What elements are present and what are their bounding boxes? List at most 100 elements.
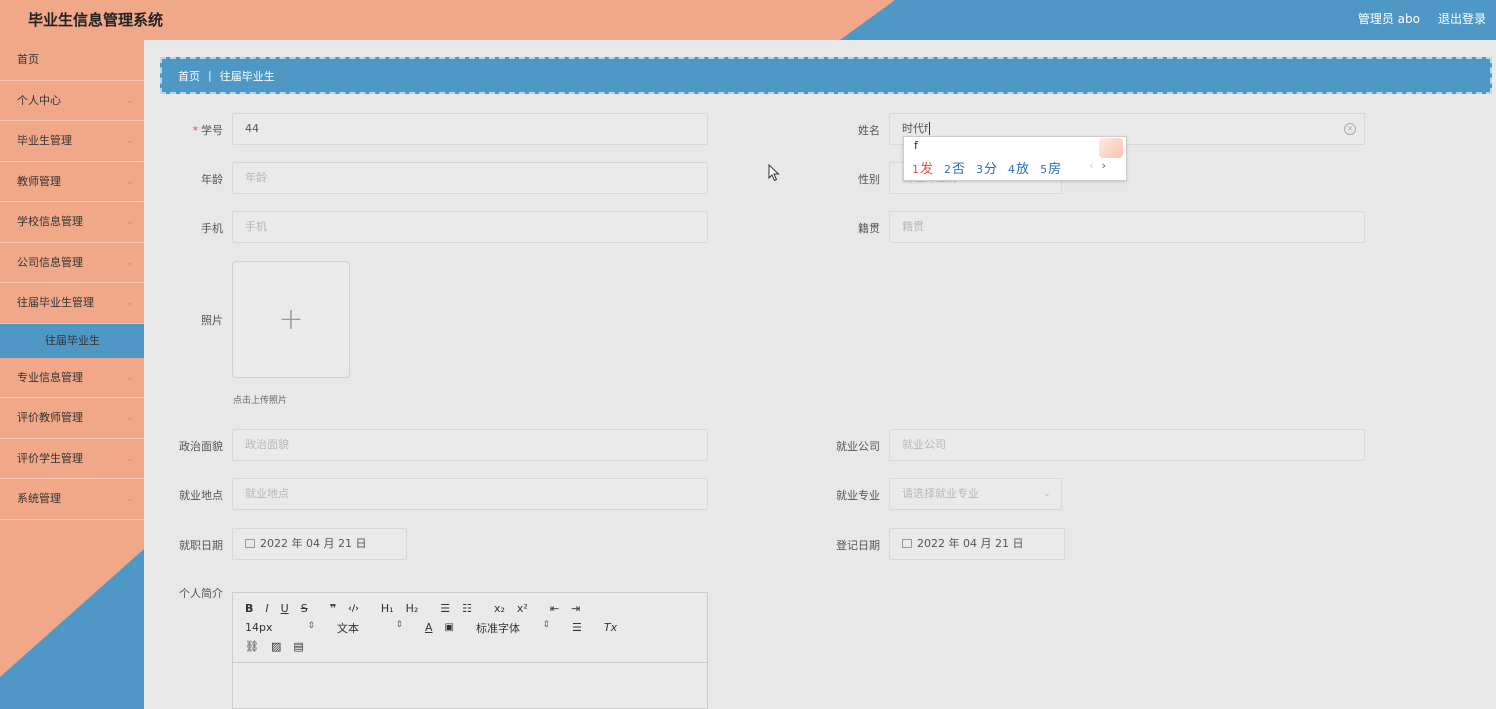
breadcrumb-separator: | xyxy=(208,69,212,82)
ime-candidate-number: 5 xyxy=(1040,163,1048,176)
strike-button[interactable]: S xyxy=(301,602,308,615)
major-select[interactable]: 请选择就业专业 ⌄ xyxy=(889,478,1062,510)
sidebar-item-label: 专业信息管理 xyxy=(17,370,83,384)
register-date-value: 2022 年 04 月 21 日 xyxy=(917,537,1024,550)
ordered-list-button[interactable]: ☰ xyxy=(440,602,450,615)
video-icon[interactable]: ▤ xyxy=(293,640,303,653)
political-input[interactable]: 政治面貌 xyxy=(232,429,708,461)
sidebar-item[interactable]: 个人中心 ⌄ xyxy=(0,81,144,121)
student-no-input[interactable]: 44 xyxy=(232,113,708,145)
h1-button[interactable]: H₁ xyxy=(381,602,394,615)
company-input[interactable]: 就业公司 xyxy=(889,429,1365,461)
major-select-placeholder: 请选择就业专业 xyxy=(902,487,979,500)
ime-candidate[interactable]: 3分 xyxy=(976,158,997,177)
calendar-icon xyxy=(245,539,255,548)
breadcrumb-current: 往届毕业生 xyxy=(219,69,275,83)
chevron-updown-icon: ⇕ xyxy=(307,621,315,631)
background-color-button[interactable]: ▣ xyxy=(445,622,454,633)
ime-candidate[interactable]: 5房 xyxy=(1040,158,1061,177)
link-icon[interactable]: ⛓ xyxy=(245,640,259,653)
ime-candidate[interactable]: 1发 xyxy=(912,158,933,177)
block-type-select-value: 文本 xyxy=(337,621,359,635)
sidebar-item[interactable]: 评价教师管理 ⌄ xyxy=(0,398,144,439)
italic-button[interactable]: I xyxy=(265,602,268,615)
sidebar-item[interactable]: 公司信息管理 ⌄ xyxy=(0,243,144,283)
font-family-select[interactable]: 标准字体 ⇕ xyxy=(476,620,550,636)
register-date-picker[interactable]: 2022 年 04 月 21 日 xyxy=(889,528,1065,560)
chevron-down-icon: ⌄ xyxy=(125,371,134,383)
ime-logo-icon xyxy=(1099,138,1123,158)
chevron-down-icon: ⌄ xyxy=(1042,488,1051,499)
ime-candidate-char: 否 xyxy=(952,162,966,177)
ime-next-icon[interactable]: › xyxy=(1102,159,1106,172)
superscript-button[interactable]: x² xyxy=(517,602,528,615)
origin-input[interactable]: 籍贯 xyxy=(889,211,1365,243)
logout-link[interactable]: 退出登录 xyxy=(1438,10,1486,27)
sidebar-item-label: 评价教师管理 xyxy=(17,411,83,424)
subscript-button[interactable]: x₂ xyxy=(494,602,505,615)
breadcrumb-home[interactable]: 首页 xyxy=(178,68,200,84)
clear-icon[interactable]: × xyxy=(1344,123,1356,135)
font-family-select-value: 标准字体 xyxy=(475,621,520,635)
clear-format-button[interactable]: Tx xyxy=(604,621,617,634)
blockquote-button[interactable]: ❞ xyxy=(330,602,336,615)
ime-page-arrows: ‹ › xyxy=(1089,159,1106,172)
location-input[interactable]: 就业地点 xyxy=(232,478,708,510)
underline-button[interactable]: U xyxy=(281,602,289,615)
chevron-down-icon: ⌄ xyxy=(125,493,134,504)
breadcrumb: 首页 | 往届毕业生 xyxy=(160,57,1492,94)
sidebar-item[interactable]: 评价学生管理 ⌄ xyxy=(0,439,144,479)
mouse-cursor-icon xyxy=(768,164,780,182)
sidebar-item[interactable]: 学校信息管理 ⌄ xyxy=(0,202,144,243)
sidebar-item[interactable]: 专业信息管理 ⌄ xyxy=(0,358,144,398)
font-color-button[interactable]: A xyxy=(425,621,433,634)
chevron-updown-icon: ⇕ xyxy=(542,619,550,630)
sidebar-item[interactable]: 系统管理 ⌄ xyxy=(0,479,144,520)
bullet-list-button[interactable]: ☷ xyxy=(462,602,472,615)
sidebar-subitem-past-graduates[interactable]: 往届毕业生 xyxy=(0,323,144,358)
sidebar-item[interactable]: 首页 xyxy=(0,40,144,81)
ime-candidate[interactable]: 4放 xyxy=(1008,158,1029,177)
register-date-label: 登记日期 xyxy=(836,539,880,552)
chevron-down-icon: ⌄ xyxy=(125,94,134,106)
font-size-select[interactable]: 14px ⇕ xyxy=(245,621,315,634)
student-no-label: * 学号 xyxy=(192,124,224,137)
editor-content-area[interactable] xyxy=(233,663,707,707)
photo-label: 照片 xyxy=(201,314,223,327)
block-type-select[interactable]: 文本 ⇕ xyxy=(337,620,403,636)
align-button[interactable]: ☰ xyxy=(572,621,582,634)
app-header: 毕业生信息管理系统 管理员 abo 退出登录 xyxy=(0,0,1496,40)
ime-candidate-number: 1 xyxy=(912,163,919,176)
sidebar-item[interactable]: 往届毕业生管理 ⌄ xyxy=(0,283,144,324)
code-button[interactable]: ‹/› xyxy=(348,604,359,614)
phone-label: 手机 xyxy=(201,222,223,235)
header-accent xyxy=(0,0,895,40)
employ-date-label: 就职日期 xyxy=(179,539,223,552)
age-input[interactable]: 年龄 xyxy=(232,162,708,194)
image-icon[interactable]: ▨ xyxy=(271,640,281,653)
sidebar-item-label: 首页 xyxy=(17,53,39,66)
admin-user-label[interactable]: 管理员 abo xyxy=(1358,10,1420,27)
h2-button[interactable]: H₂ xyxy=(406,602,419,615)
employ-date-picker[interactable]: 2022 年 04 月 21 日 xyxy=(232,528,407,560)
ime-prev-icon[interactable]: ‹ xyxy=(1089,159,1093,172)
sidebar: 首页个人中心 ⌄ 毕业生管理 ⌄ 教师管理 ⌄ 学校信息管理 ⌄ 公司信息管理 ⌄ 往届毕业生管理 ⌄… xyxy=(0,40,144,709)
ime-candidates: 1发 2否 3分 4放 5房 xyxy=(912,158,1061,177)
indent-button[interactable]: ⇥ xyxy=(571,602,580,615)
sidebar-item-label: 系统管理 xyxy=(17,492,61,505)
outdent-button[interactable]: ⇤ xyxy=(550,602,559,615)
ime-candidate[interactable]: 2否 xyxy=(944,158,965,177)
phone-input[interactable]: 手机 xyxy=(232,211,708,243)
age-label: 年龄 xyxy=(201,173,223,186)
chevron-down-icon: ⌄ xyxy=(125,256,134,268)
company-label: 就业公司 xyxy=(836,440,880,453)
ime-candidate-number: 3 xyxy=(976,163,984,176)
sidebar-item[interactable]: 毕业生管理 ⌄ xyxy=(0,121,144,162)
bold-button[interactable]: B xyxy=(245,602,253,615)
chevron-down-icon: ⌄ xyxy=(125,135,134,146)
photo-upload-box[interactable]: + xyxy=(232,261,350,378)
sidebar-item[interactable]: 教师管理 ⌄ xyxy=(0,162,144,202)
chevron-updown-icon: ⇕ xyxy=(395,619,403,630)
chevron-down-icon: ⌄ xyxy=(125,452,134,464)
ime-candidate-number: 2 xyxy=(944,163,952,176)
